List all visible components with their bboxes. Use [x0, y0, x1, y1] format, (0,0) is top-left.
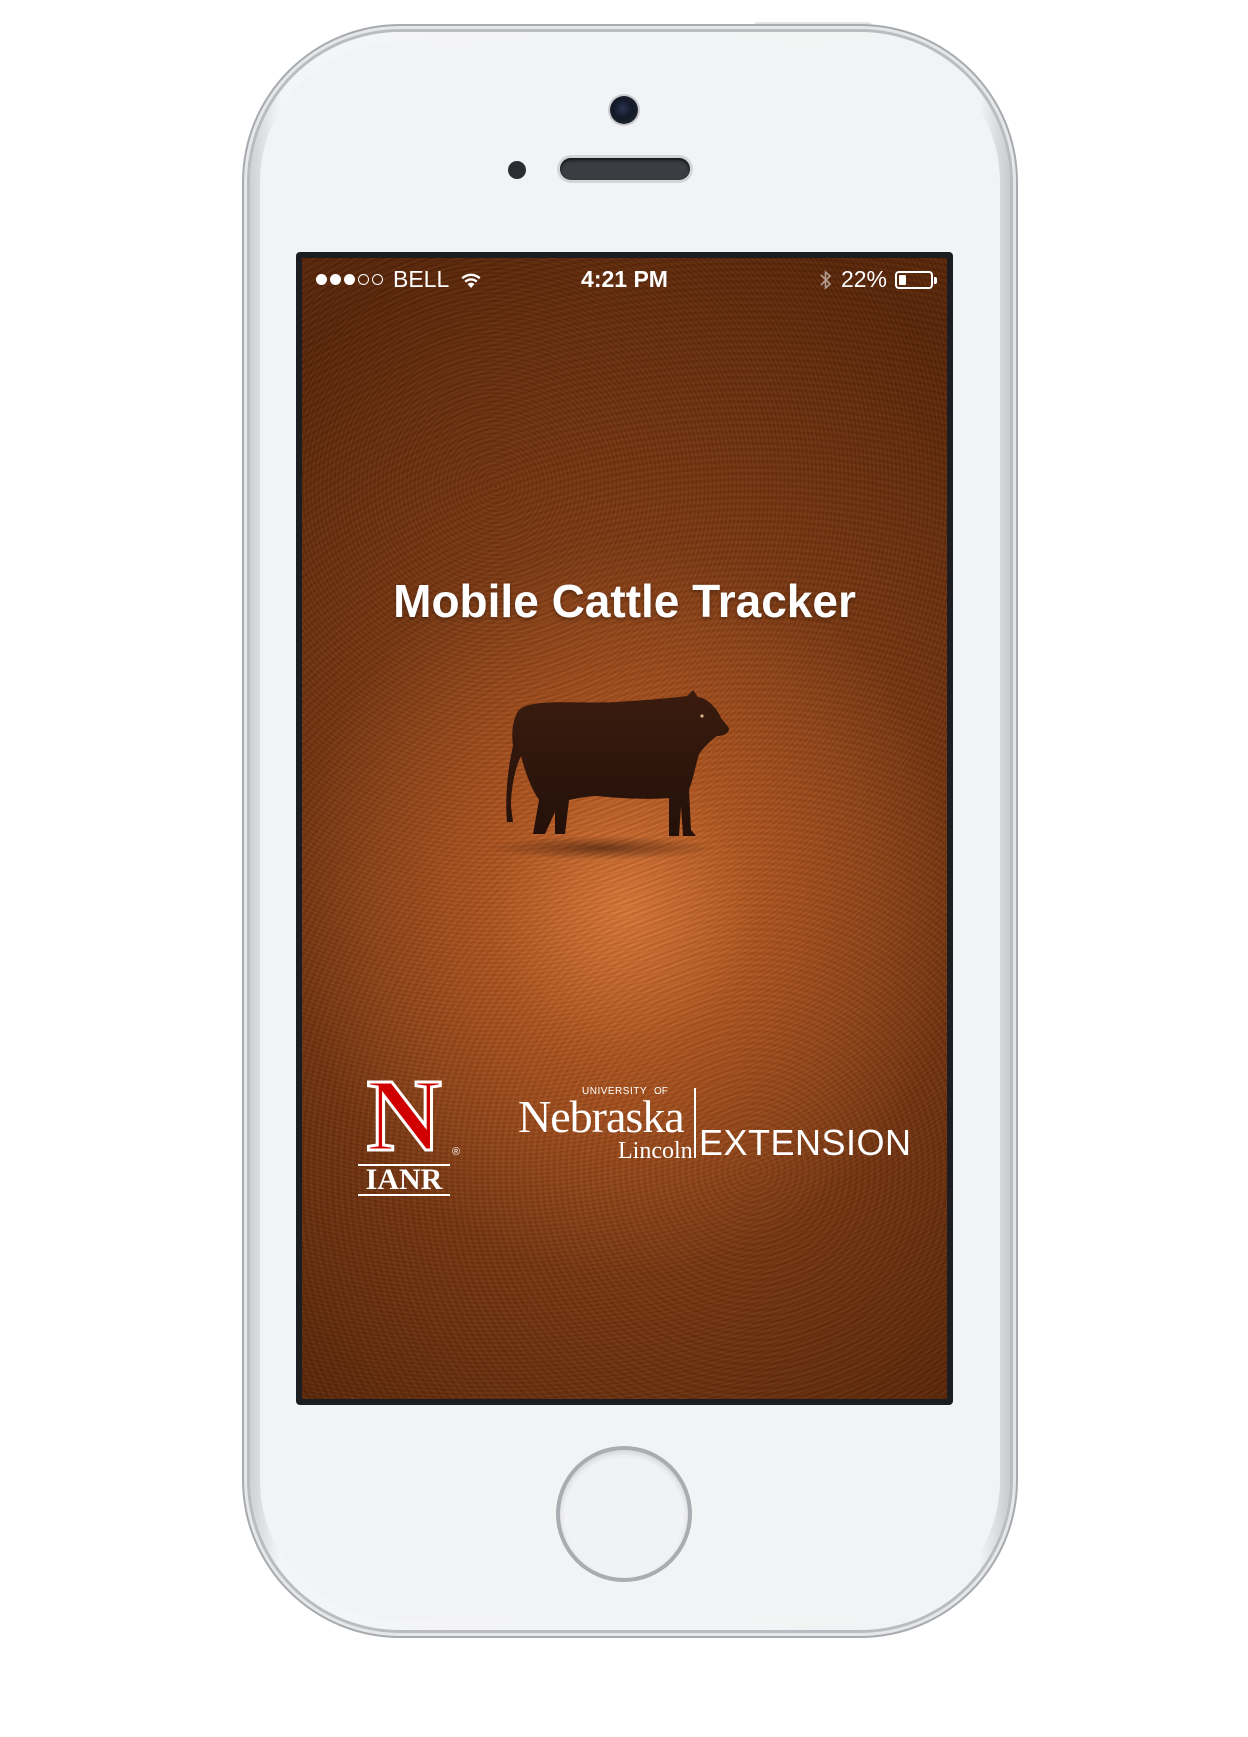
earpiece-speaker [560, 158, 690, 180]
front-camera [610, 96, 638, 124]
ianr-n-letter: N [365, 1058, 443, 1173]
status-bar: BELL 4:21 PM 22% [302, 258, 947, 298]
battery-icon [895, 270, 937, 289]
registered-mark: ® [452, 1146, 461, 1158]
status-right: 22% [819, 266, 937, 293]
battery-percent: 22% [840, 266, 887, 292]
ianr-logo: N IANR ® [358, 1058, 461, 1196]
unl-lincoln-text: Lincoln [618, 1138, 693, 1164]
proximity-sensor [508, 161, 526, 179]
unl-extension-logo: UNIVERSITY OF Nebraska Lincoln EXTENSION [518, 1084, 938, 1164]
ianr-text: IANR [358, 1164, 450, 1196]
logo-divider [694, 1088, 696, 1158]
app-title: Mobile Cattle Tracker [393, 575, 856, 627]
unl-nebraska-text: Nebraska [518, 1091, 685, 1142]
unl-extension-text: EXTENSION [699, 1122, 912, 1163]
app-screen[interactable]: BELL 4:21 PM 22% Mobile Cattle Tracker N… [302, 258, 947, 1399]
cow-icon [506, 690, 729, 836]
battery-level [899, 274, 906, 285]
bluetooth-icon [820, 269, 832, 290]
home-button[interactable] [560, 1450, 688, 1578]
stage: BELL 4:21 PM 22% Mobile Cattle Tracker N… [0, 0, 1248, 1737]
